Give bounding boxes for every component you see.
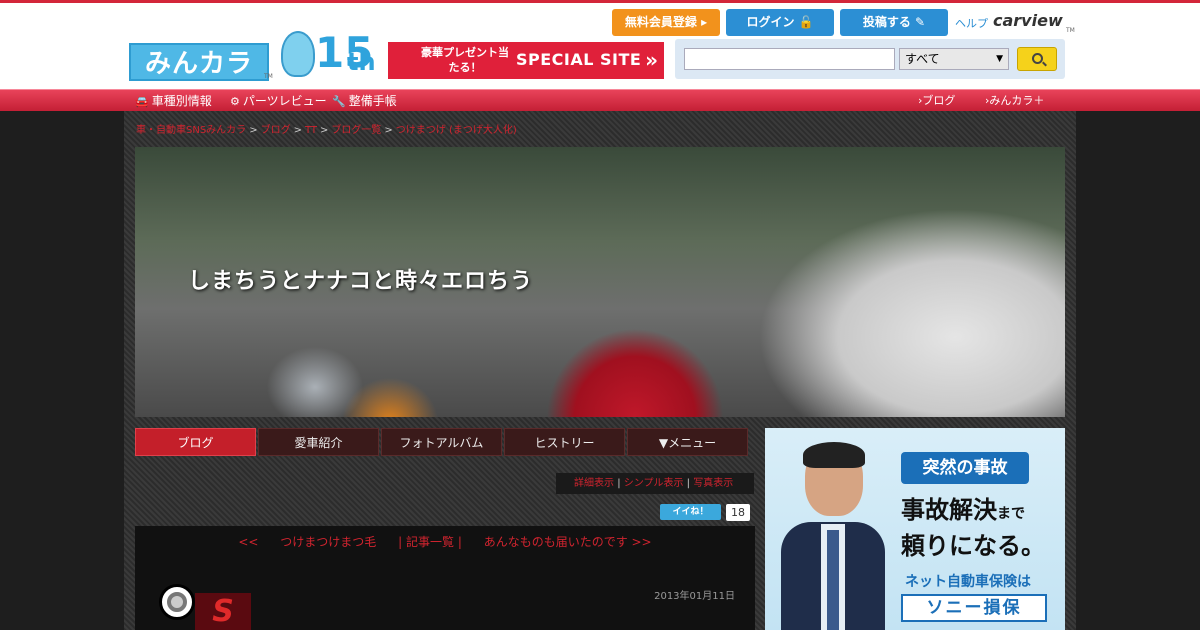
view-photo-link[interactable]: 写真表示: [693, 478, 733, 489]
nav-minkara-plus[interactable]: ›みんカラ＋: [985, 90, 1044, 112]
ad-headline-line2: 頼りになる。: [901, 532, 1045, 560]
breadcrumb-item[interactable]: ブログ一覧: [331, 125, 381, 136]
ad-person-hair: [803, 442, 865, 468]
login-button[interactable]: ログイン 🔓: [726, 9, 834, 36]
article-list-link[interactable]: | 記事一覧 |: [398, 535, 462, 549]
ad-person-image: [781, 442, 885, 630]
article-date: 2013年01月11日: [654, 591, 735, 602]
tab-photo-album[interactable]: フォトアルバム: [381, 428, 502, 456]
view-simple-link[interactable]: シンプル表示: [624, 478, 684, 489]
special-site-title: SPECIAL SITE: [516, 50, 642, 69]
dropdown-arrow-icon: ▼: [996, 54, 1003, 64]
special-site-banner[interactable]: 豪華プレゼント当たる！ SPECIAL SITE »: [388, 42, 664, 79]
breadcrumb-separator: >: [249, 125, 258, 136]
breadcrumb-item[interactable]: TT: [305, 125, 317, 136]
search-input[interactable]: [684, 48, 895, 70]
ad-brand-name: ソニー損保: [901, 594, 1047, 622]
article-panel: << つけまつけまつ毛 | 記事一覧 | あんなものも届いたのです >> S 2…: [135, 526, 755, 630]
breadcrumb: 車・自動車SNSみんカラ > ブログ > TT > ブログ一覧 > つけまつげ (まつげ大人化): [136, 121, 517, 136]
carview-trademark: TM: [1066, 27, 1075, 34]
view-mode-bar: 詳細表示 | シンプル表示 | 写真表示: [556, 473, 754, 494]
mascot-icon: [281, 31, 315, 77]
breadcrumb-item[interactable]: 車・自動車SNSみんカラ: [136, 125, 246, 136]
nav-blog[interactable]: ›ブログ: [918, 90, 955, 112]
nav-maintenance-label: 整備手帳: [348, 94, 397, 108]
global-nav: 🚘 車種別情報 ⚙ パーツレビュー 🔧 整備手帳 ›ブログ ›みんカラ＋: [0, 89, 1200, 111]
car-icon: 🚘: [135, 95, 149, 108]
next-article-link[interactable]: あんなものも届いたのです >>: [484, 535, 652, 549]
wheel-icon: [167, 592, 187, 612]
like-button[interactable]: イイね！: [660, 504, 721, 520]
search-icon-handle: [1042, 61, 1047, 67]
carview-logo[interactable]: carview: [993, 11, 1063, 30]
ad-headline-line1: 事故解決: [901, 496, 997, 524]
nav-minkara-plus-label: みんカラ＋: [989, 94, 1045, 107]
nav-parts-review-label: パーツレビュー: [242, 94, 327, 108]
nav-maintenance[interactable]: 🔧 整備手帳: [332, 90, 397, 113]
ad-person-tie: [827, 530, 839, 630]
site-header: みんカラ TM 15 th 豪華プレゼント当たる！ SPECIAL SITE »…: [0, 3, 1200, 89]
view-divider: |: [686, 478, 691, 489]
ad-headline-small: まで: [997, 506, 1025, 522]
minkara-logo[interactable]: みんカラ: [129, 43, 269, 81]
nav-car-info[interactable]: 🚘 車種別情報: [135, 90, 212, 113]
breadcrumb-item[interactable]: ブログ: [261, 125, 291, 136]
tab-menu[interactable]: ▼メニュー: [627, 428, 748, 456]
prev-arrow-link[interactable]: <<: [238, 535, 258, 549]
register-button[interactable]: 無料会員登録 ▸: [612, 9, 720, 36]
like-count: 18: [726, 504, 750, 521]
chevron-right-icon: »: [645, 48, 658, 72]
prev-article-link[interactable]: つけまつけまつ毛: [280, 535, 376, 549]
breadcrumb-separator: >: [320, 125, 329, 136]
gear-icon: ⚙: [230, 95, 240, 108]
brand-logo-icon: S: [195, 593, 251, 630]
search-category-value: すべて: [905, 52, 940, 66]
post-button[interactable]: 投稿する ✎: [840, 9, 948, 36]
search-bar: すべて ▼: [675, 39, 1065, 79]
breadcrumb-separator: >: [384, 125, 393, 136]
breadcrumb-separator: >: [293, 125, 302, 136]
article-pager: << つけまつけまつ毛 | 記事一覧 | あんなものも届いたのです >>: [135, 533, 755, 550]
anniversary-logo[interactable]: 15 th: [281, 27, 387, 79]
view-detail-link[interactable]: 詳細表示: [574, 478, 614, 489]
avatar[interactable]: [159, 584, 195, 620]
nav-car-info-label: 車種別情報: [151, 94, 212, 108]
ad-badge: 突然の事故: [901, 452, 1029, 484]
nav-blog-label: ブログ: [922, 94, 956, 107]
left-margin: [0, 111, 124, 630]
search-button[interactable]: [1017, 47, 1057, 71]
right-margin: [1076, 111, 1200, 630]
wrench-icon: 🔧: [332, 95, 346, 108]
nav-parts-review[interactable]: ⚙ パーツレビュー: [230, 90, 327, 113]
tab-my-car[interactable]: 愛車紹介: [258, 428, 379, 456]
search-category-select[interactable]: すべて ▼: [899, 48, 1009, 70]
anniversary-suffix: th: [347, 48, 376, 76]
tab-blog[interactable]: ブログ: [135, 428, 256, 456]
tab-history[interactable]: ヒストリー: [504, 428, 625, 456]
breadcrumb-item[interactable]: つけまつげ (まつげ大人化): [396, 125, 517, 136]
view-divider: |: [617, 478, 621, 489]
help-link[interactable]: ヘルプ: [955, 15, 988, 31]
blog-title[interactable]: しまちうとナナコと時々エロちう: [188, 263, 533, 295]
advertisement[interactable]: 突然の事故 事故解決まで 頼りになる。 ネット自動車保険は ソニー損保: [765, 428, 1065, 630]
ad-subtext: ネット自動車保険は: [905, 574, 1031, 590]
ad-headline: 事故解決まで 頼りになる。: [901, 494, 1045, 562]
special-site-subtext: 豪華プレゼント当たる！: [421, 46, 509, 74]
logo-trademark: TM: [264, 73, 273, 80]
